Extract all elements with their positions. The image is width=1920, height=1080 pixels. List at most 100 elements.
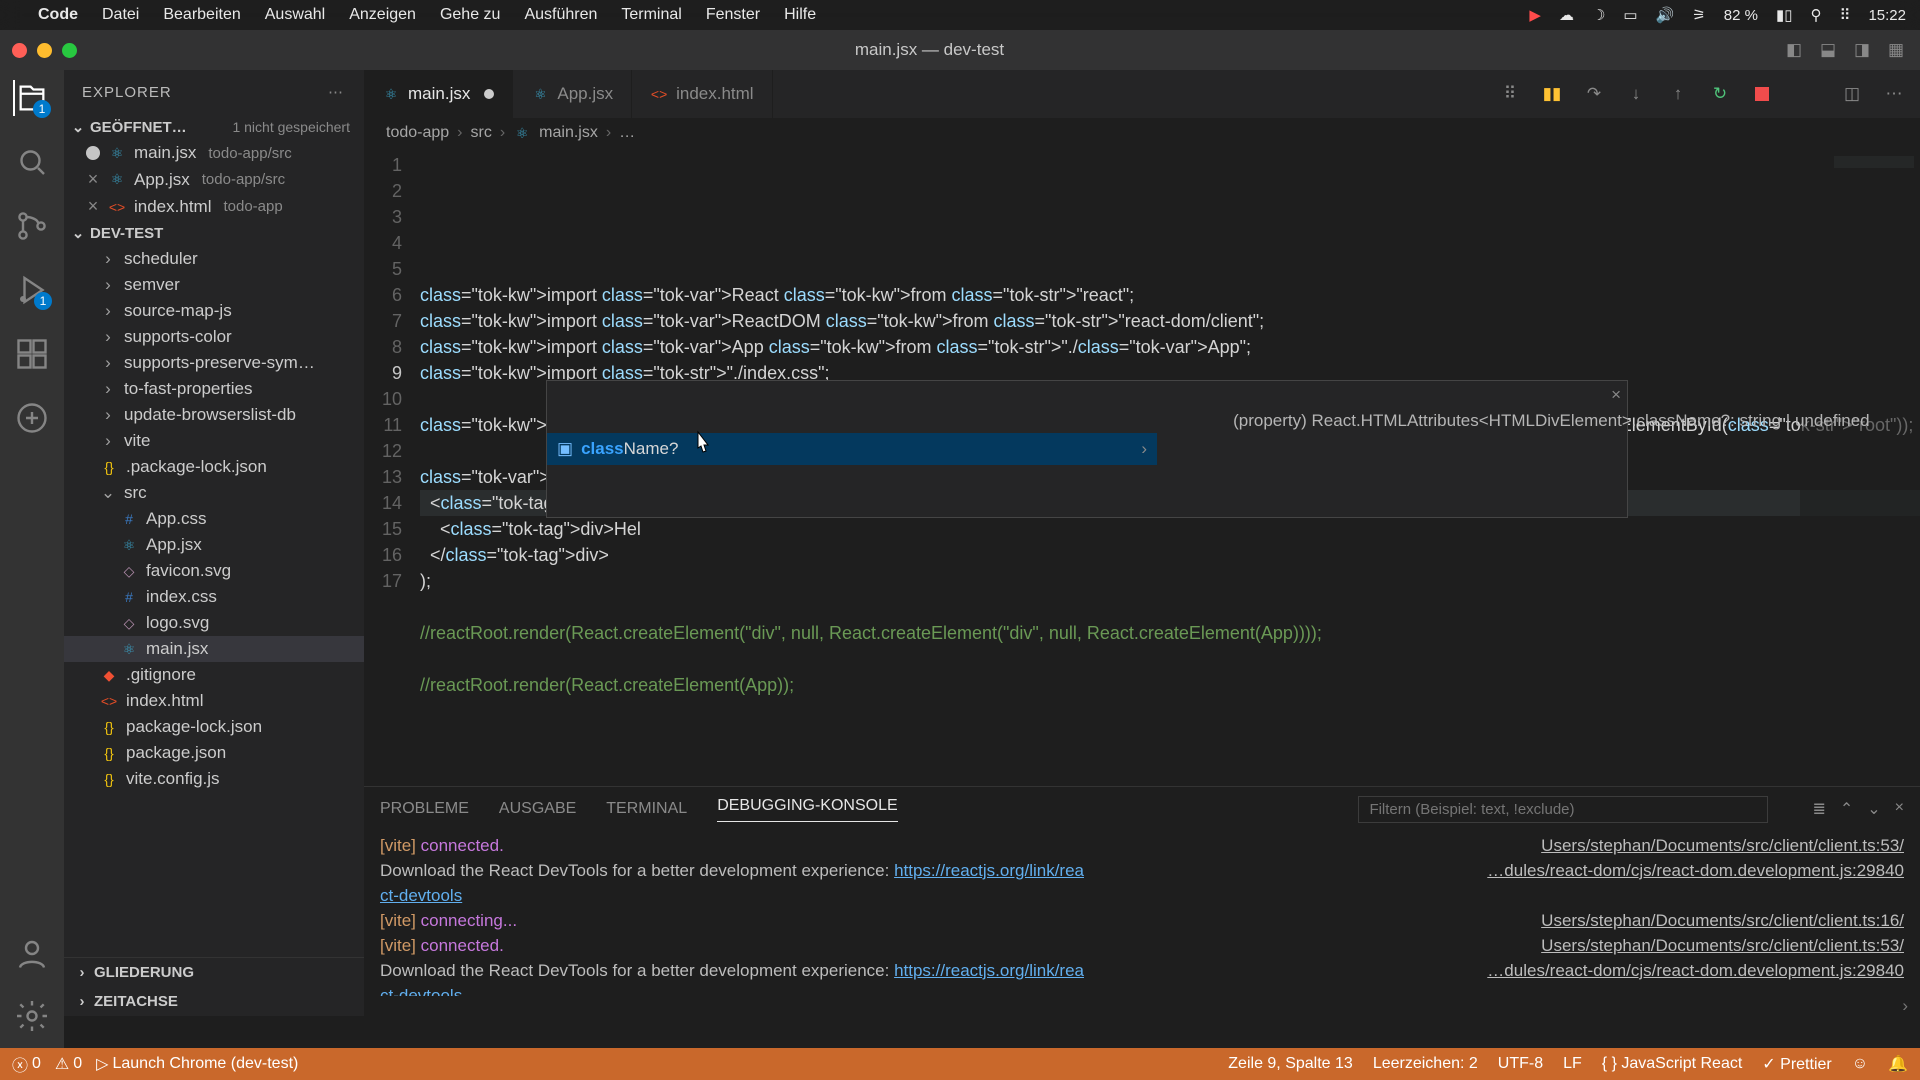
tree-file[interactable]: #index.css (64, 584, 364, 610)
intellisense-suggest-popup[interactable]: ▣ className? › (property) React.HTMLAttr… (546, 380, 1628, 518)
panel-tab-problems[interactable]: PROBLEME (380, 800, 469, 818)
status-eol[interactable]: LF (1563, 1055, 1582, 1073)
filter-settings-icon[interactable]: ≣ (1812, 799, 1825, 819)
editor-tab[interactable]: ⚛ App.jsx (513, 70, 632, 118)
open-editor-item[interactable]: × <> index.html todo-app (64, 193, 364, 220)
sidebar-more-icon[interactable]: ⋯ (328, 83, 346, 101)
collapse-panel-icon[interactable]: ⌃ (1840, 799, 1853, 819)
editor-tab[interactable]: ⚛ main.jsx (364, 70, 513, 118)
close-window-button[interactable] (12, 43, 27, 58)
outline-header[interactable]: ›GLIEDERUNG (64, 958, 364, 987)
dnd-icon[interactable]: ☽ (1592, 6, 1605, 24)
panel-tab-debug-console[interactable]: DEBUGGING-KONSOLE (717, 797, 897, 822)
tree-file[interactable]: ◇logo.svg (64, 610, 364, 636)
account-activity-icon[interactable] (14, 936, 50, 972)
volume-icon[interactable]: 🔊 (1656, 6, 1675, 24)
explorer-activity-icon[interactable]: 1 (13, 80, 49, 116)
suggest-item[interactable]: ▣ className? › (547, 433, 1157, 465)
menubar-item[interactable]: Ausführen (524, 6, 597, 24)
tree-file[interactable]: ⚛App.jsx (64, 532, 364, 558)
tree-file[interactable]: <>index.html (64, 688, 364, 714)
spotlight-icon[interactable]: ⚲ (1810, 6, 1821, 24)
menubar-item[interactable]: Terminal (621, 6, 681, 24)
panel-bottom-icon[interactable]: ⬓ (1816, 38, 1840, 62)
minimize-window-button[interactable] (37, 43, 52, 58)
tree-file[interactable]: ◇favicon.svg (64, 558, 364, 584)
close-panel-icon[interactable]: × (1895, 799, 1904, 819)
tree-file[interactable]: #App.css (64, 506, 364, 532)
breadcrumb[interactable]: todo-app› src› ⚛ main.jsx› … (364, 118, 1920, 148)
debug-pause-icon[interactable]: ▮▮ (1540, 82, 1564, 106)
control-center-icon[interactable]: ⠿ (1839, 6, 1850, 24)
tree-folder[interactable]: ›supports-color (64, 324, 364, 350)
remote-activity-icon[interactable] (14, 400, 50, 436)
tree-folder[interactable]: ›semver (64, 272, 364, 298)
project-header[interactable]: ⌄ DEV-TEST (64, 220, 364, 246)
status-bell-icon[interactable]: 🔔 (1888, 1054, 1908, 1074)
minimap[interactable] (1800, 148, 1920, 786)
debug-step-over-icon[interactable]: ↷ (1582, 82, 1606, 106)
status-prettier[interactable]: Prettier (1762, 1054, 1831, 1074)
layout-icon[interactable]: ▦ (1884, 38, 1908, 62)
panel-tab-output[interactable]: AUSGABE (499, 800, 576, 818)
status-cursor-position[interactable]: Zeile 9, Spalte 13 (1228, 1055, 1353, 1073)
record-icon[interactable]: ▶︎ (1529, 6, 1541, 24)
timeline-header[interactable]: ›ZEITACHSE (64, 987, 364, 1016)
more-actions-icon[interactable]: ⋯ (1882, 82, 1906, 106)
tree-file[interactable]: {}vite.config.js (64, 766, 364, 792)
tree-folder[interactable]: ›scheduler (64, 246, 364, 272)
panel-tab-terminal[interactable]: TERMINAL (606, 800, 687, 818)
menubar-item[interactable]: Datei (102, 6, 139, 24)
tree-file[interactable]: {}.package-lock.json (64, 454, 364, 480)
window-traffic-lights[interactable] (12, 43, 77, 58)
drag-handle-icon[interactable]: ⠿ (1498, 82, 1522, 106)
close-icon[interactable]: × (1611, 383, 1621, 407)
cloud-icon[interactable]: ☁︎ (1559, 6, 1574, 24)
debug-restart-icon[interactable]: ↻ (1708, 82, 1732, 106)
status-errors[interactable]: ⓧ 0 (12, 1052, 41, 1076)
status-indent[interactable]: Leerzeichen: 2 (1373, 1055, 1478, 1073)
panel-left-icon[interactable]: ◧ (1782, 38, 1806, 62)
debug-console-input-indicator[interactable]: › (364, 996, 1920, 1016)
tree-file[interactable]: {}package-lock.json (64, 714, 364, 740)
split-editor-icon[interactable]: ◫ (1840, 82, 1864, 106)
status-encoding[interactable]: UTF-8 (1498, 1055, 1543, 1073)
code-editor[interactable]: 1234567891011121314151617 ▣ className? › (364, 148, 1920, 786)
close-editor-icon[interactable]: × (86, 169, 100, 190)
tree-folder[interactable]: ›update-browserslist-db (64, 402, 364, 428)
tree-file[interactable]: ⚛main.jsx (64, 636, 364, 662)
tree-file[interactable]: ◆.gitignore (64, 662, 364, 688)
debug-console-output[interactable]: [vite] connected.Users/stephan/Documents… (364, 831, 1920, 996)
menubar-item[interactable]: Hilfe (784, 6, 816, 24)
debug-stop-icon[interactable] (1750, 82, 1774, 106)
display-icon[interactable]: ▭ (1623, 6, 1637, 24)
menubar-item[interactable]: Bearbeiten (163, 6, 240, 24)
zoom-window-button[interactable] (62, 43, 77, 58)
extensions-activity-icon[interactable] (14, 336, 50, 372)
debug-step-out-icon[interactable]: ↑ (1666, 82, 1690, 106)
tree-folder[interactable]: ›supports-preserve-sym… (64, 350, 364, 376)
status-debug-target[interactable]: ▷ Launch Chrome (dev-test) (96, 1054, 298, 1074)
expand-panel-icon[interactable]: ⌄ (1867, 799, 1880, 819)
chevron-right-icon[interactable]: › (1141, 436, 1147, 462)
tree-folder[interactable]: ›to-fast-properties (64, 376, 364, 402)
menubar-app-name[interactable]: Code (38, 6, 78, 24)
tree-folder[interactable]: ⌄src (64, 480, 364, 506)
wifi-icon[interactable]: ⚞ (1692, 6, 1705, 24)
code-content[interactable]: ▣ className? › (property) React.HTMLAttr… (420, 148, 1920, 786)
menubar-clock[interactable]: 15:22 (1868, 7, 1906, 24)
status-language[interactable]: { } JavaScript React (1602, 1055, 1743, 1073)
open-editor-item[interactable]: ⚛ main.jsx todo-app/src (64, 140, 364, 166)
settings-activity-icon[interactable] (14, 998, 50, 1034)
editor-tab[interactable]: <> index.html (632, 70, 772, 118)
debug-step-into-icon[interactable]: ↓ (1624, 82, 1648, 106)
panel-right-icon[interactable]: ◨ (1850, 38, 1874, 62)
menubar-item[interactable]: Auswahl (265, 6, 325, 24)
status-feedback-icon[interactable]: ☺ (1852, 1055, 1868, 1073)
search-activity-icon[interactable] (14, 144, 50, 180)
debug-activity-icon[interactable]: 1 (14, 272, 50, 308)
open-editors-header[interactable]: ⌄ GEÖFFNET… 1 nicht gespeichert (64, 114, 364, 140)
open-editor-item[interactable]: × ⚛ App.jsx todo-app/src (64, 166, 364, 193)
debug-console-filter-input[interactable] (1358, 796, 1768, 823)
menubar-item[interactable]: Gehe zu (440, 6, 500, 24)
